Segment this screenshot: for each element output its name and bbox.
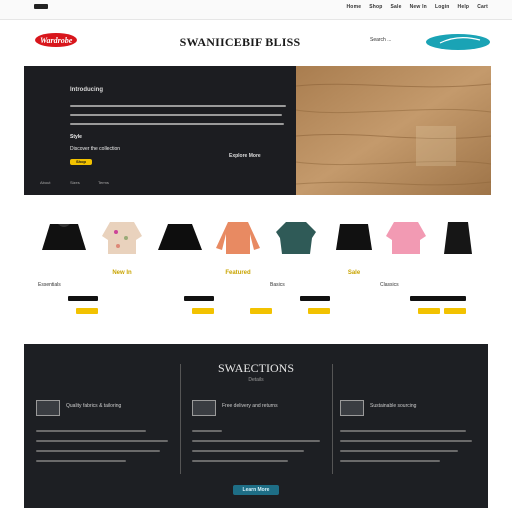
hero-text-line bbox=[70, 114, 282, 116]
feature-text-line bbox=[340, 460, 440, 462]
garment-shape bbox=[336, 224, 372, 250]
product-image-cape bbox=[158, 224, 202, 250]
feature-heading: Quality fabrics & tailoring bbox=[66, 403, 122, 409]
feature-image-icon bbox=[340, 400, 364, 416]
hero-foot-link[interactable]: About bbox=[40, 180, 50, 185]
topnav-item[interactable]: Sale bbox=[391, 4, 402, 10]
product-title: New In bbox=[112, 270, 132, 276]
feature-heading: Free delivery and returns bbox=[222, 403, 278, 409]
features-subtitle: Details bbox=[248, 377, 264, 383]
feature-text-line bbox=[192, 460, 288, 462]
product-image-top bbox=[276, 222, 316, 254]
product-grid: Essentials New In Featured Basics Sale C… bbox=[24, 218, 491, 323]
feature-image-icon bbox=[36, 400, 60, 416]
topnav-item[interactable]: Home bbox=[347, 4, 362, 10]
product-subtitle: Classics bbox=[380, 282, 399, 288]
product-card[interactable]: Sale bbox=[324, 218, 384, 323]
feature-text-line bbox=[36, 440, 168, 442]
topnav-item[interactable]: Cart bbox=[477, 4, 488, 10]
hero-banner: Introducing Style Discover the collectio… bbox=[24, 66, 491, 195]
topnav-item[interactable]: Login bbox=[435, 4, 450, 10]
hero-aside-link[interactable]: Explore More bbox=[229, 153, 261, 159]
feature-column: Free delivery and returns bbox=[192, 400, 332, 480]
feature-text-line bbox=[340, 430, 466, 432]
feature-text-line bbox=[36, 450, 160, 452]
topnav-item[interactable]: New In bbox=[410, 4, 427, 10]
hero-foot-link[interactable]: Sizes bbox=[70, 180, 80, 185]
product-image-skirt bbox=[336, 224, 372, 250]
product-title: Featured bbox=[225, 270, 251, 276]
topnav-item[interactable]: Help bbox=[458, 4, 470, 10]
brand-logo[interactable]: Wardrobe bbox=[34, 32, 110, 48]
garment-shape bbox=[216, 222, 260, 254]
feature-text-line bbox=[36, 460, 126, 462]
feature-text-line bbox=[192, 430, 222, 432]
hero-wood-image bbox=[296, 66, 491, 195]
hero-foot-link[interactable]: Terms bbox=[98, 180, 109, 185]
product-image-jacket bbox=[386, 222, 426, 254]
feature-heading: Sustainable sourcing bbox=[370, 403, 417, 409]
product-card[interactable]: Basics bbox=[266, 218, 330, 323]
hero-shop-button[interactable]: Shop bbox=[70, 159, 92, 165]
top-bar: Home Shop Sale New In Login Help Cart bbox=[0, 0, 512, 20]
product-image-shirt bbox=[216, 222, 260, 254]
feature-text-line bbox=[340, 440, 472, 442]
features-section: SWAECTIONS Details Quality fabrics & tai… bbox=[24, 344, 488, 508]
hero-subtitle: Discover the collection bbox=[70, 146, 121, 152]
product-card[interactable]: Classics bbox=[376, 218, 440, 323]
product-image-jacket bbox=[102, 222, 142, 254]
feature-column: Sustainable sourcing bbox=[340, 400, 480, 480]
garment-shape bbox=[102, 222, 142, 254]
product-image-cape bbox=[42, 224, 86, 250]
top-navigation: Home Shop Sale New In Login Help Cart bbox=[347, 4, 489, 10]
product-card[interactable] bbox=[150, 218, 214, 323]
features-title: SWAECTIONS bbox=[217, 361, 294, 375]
product-card[interactable]: Featured bbox=[208, 218, 272, 323]
product-card[interactable]: Essentials bbox=[34, 218, 98, 323]
product-price-tag[interactable] bbox=[444, 308, 466, 314]
learn-more-button[interactable]: Learn More bbox=[233, 485, 279, 495]
column-divider bbox=[180, 364, 181, 474]
promo-badge[interactable] bbox=[410, 32, 490, 52]
feature-text-line bbox=[192, 450, 304, 452]
site-title[interactable]: SWANIICEBIF BLISS bbox=[170, 35, 310, 50]
hero-kicker: Introducing bbox=[70, 87, 103, 93]
hero-tag: Style bbox=[70, 134, 82, 140]
product-action-bar[interactable] bbox=[436, 296, 466, 301]
badge-shape bbox=[426, 34, 490, 50]
garment-shape bbox=[444, 222, 472, 254]
hero-text-line bbox=[70, 105, 286, 107]
product-title: Sale bbox=[347, 270, 361, 276]
header-search-label[interactable]: Search ... bbox=[370, 37, 391, 43]
logo-text: Wardrobe bbox=[40, 36, 73, 45]
product-subtitle: Basics bbox=[270, 282, 285, 288]
product-card[interactable] bbox=[428, 218, 488, 323]
column-divider bbox=[332, 364, 333, 474]
garment-shape bbox=[386, 222, 426, 254]
feature-image-icon bbox=[192, 400, 216, 416]
garment-shape bbox=[158, 224, 202, 250]
feature-text-line bbox=[36, 430, 146, 432]
garment-shape bbox=[42, 224, 86, 250]
feature-column: Quality fabrics & tailoring bbox=[36, 400, 176, 480]
hero-text-panel bbox=[24, 66, 296, 195]
product-card[interactable]: New In bbox=[92, 218, 152, 323]
top-bar-logo-mark[interactable] bbox=[34, 4, 48, 9]
hero-text-line bbox=[70, 123, 284, 125]
garment-shape bbox=[276, 222, 316, 254]
feature-text-line bbox=[192, 440, 320, 442]
topnav-item[interactable]: Shop bbox=[369, 4, 382, 10]
product-subtitle: Essentials bbox=[38, 282, 61, 288]
product-image-vest bbox=[444, 222, 472, 254]
feature-text-line bbox=[340, 450, 458, 452]
